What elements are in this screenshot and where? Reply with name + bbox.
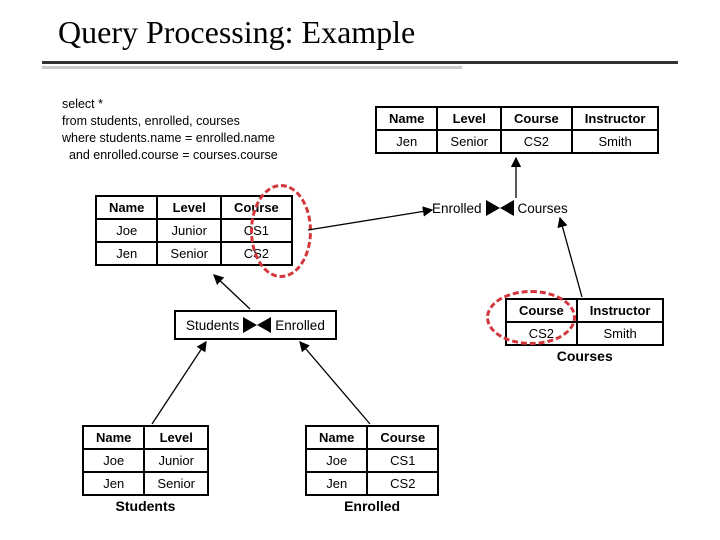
bowtie-icon <box>243 317 271 333</box>
col-header: Instructor <box>577 299 664 322</box>
cell: Senior <box>437 130 501 153</box>
cell: Jen <box>96 242 157 265</box>
cell: CS2 <box>501 130 572 153</box>
courses-caption: Courses <box>505 348 664 364</box>
title-subrule <box>42 66 462 69</box>
cell: Smith <box>577 322 664 345</box>
col-header: Instructor <box>572 107 659 130</box>
join-enrolled-courses: Enrolled Courses <box>432 200 568 216</box>
cell: CS2 <box>367 472 438 495</box>
col-header: Course <box>501 107 572 130</box>
highlight-oval <box>250 184 312 278</box>
join-right-label: Enrolled <box>275 318 325 333</box>
page-title: Query Processing: Example <box>0 0 720 57</box>
title-rule <box>42 61 678 64</box>
col-header: Level <box>144 426 208 449</box>
join-left-label: Enrolled <box>432 201 482 216</box>
col-header: Name <box>83 426 144 449</box>
cell: Jen <box>376 130 437 153</box>
sql-query: select * from students, enrolled, course… <box>62 96 278 164</box>
join-left-label: Students <box>186 318 239 333</box>
join-students-enrolled: Students Enrolled <box>174 310 337 340</box>
cell: Joe <box>83 449 144 472</box>
students-table: Name Level Joe Junior Jen Senior <box>82 425 209 496</box>
col-header: Name <box>96 196 157 219</box>
cell: Junior <box>144 449 208 472</box>
col-header: Level <box>437 107 501 130</box>
bowtie-icon <box>486 200 514 216</box>
enrolled-caption: Enrolled <box>305 498 439 514</box>
col-header: Name <box>306 426 367 449</box>
join-right-label: Courses <box>518 201 568 216</box>
cell: Jen <box>306 472 367 495</box>
cell: Joe <box>306 449 367 472</box>
cell: CS1 <box>367 449 438 472</box>
cell: Junior <box>157 219 221 242</box>
cell: Senior <box>144 472 208 495</box>
enrolled-table: Name Course Joe CS1 Jen CS2 <box>305 425 439 496</box>
col-header: Name <box>376 107 437 130</box>
result-table: Name Level Course Instructor Jen Senior … <box>375 106 659 154</box>
highlight-oval <box>486 290 576 345</box>
students-caption: Students <box>82 498 209 514</box>
cell: Smith <box>572 130 659 153</box>
cell: Jen <box>83 472 144 495</box>
col-header: Level <box>157 196 221 219</box>
cell: Joe <box>96 219 157 242</box>
cell: Senior <box>157 242 221 265</box>
col-header: Course <box>367 426 438 449</box>
